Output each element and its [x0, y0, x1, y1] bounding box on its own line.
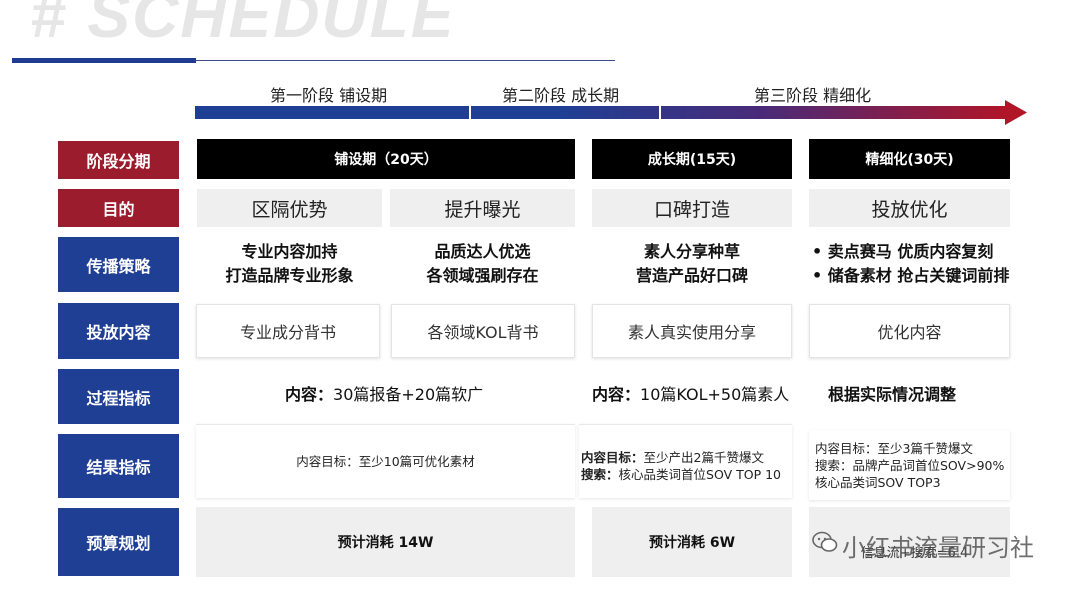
watermark-text: 小红书流量研习社: [842, 534, 1034, 562]
process-1-label: 内容：: [285, 385, 334, 404]
content-item-4: 优化内容: [809, 304, 1010, 358]
strategy-3-line-1: 素人分享种草: [643, 242, 740, 261]
result-2: 内容目标：至少产出2篇千赞爆文 搜索：核心品类词首位SOV TOP 10: [579, 424, 792, 498]
row-header-goal: 目的: [58, 189, 179, 227]
result-1: 内容目标：至少10篇可优化素材: [196, 424, 575, 498]
process-2: 内容：10篇KOL+50篇素人: [592, 381, 789, 405]
process-2-label: 内容：: [592, 385, 641, 404]
result-3: 内容目标：至少3篇千赞爆文 搜索：品牌产品词首位SOV>90% 核心品类词SOV…: [809, 430, 1010, 500]
row-header-process: 过程指标: [58, 369, 179, 424]
content-item-1: 专业成分背书: [196, 304, 380, 358]
budget-2: 预计消耗 6W: [592, 507, 792, 577]
strategy-4-line-1: • 卖点赛马 优质内容复刻: [812, 242, 994, 261]
stage-bar-3: 精细化(30天): [809, 139, 1010, 179]
result-3-line-1: 内容目标：至少3篇千赞爆文: [815, 441, 973, 456]
strategy-1-line-2: 打造品牌专业形象: [225, 266, 354, 285]
strategy-2: 品质达人优选 各领域强刷存在: [390, 240, 575, 288]
row-header-strategy: 传播策略: [58, 237, 179, 292]
wechat-icon: [812, 531, 838, 552]
row-header-content: 投放内容: [58, 303, 179, 359]
strategy-3: 素人分享种草 营造产品好口碑: [592, 240, 792, 288]
strategy-4: • 卖点赛马 优质内容复刻 • 储备素材 抢占关键词前排: [812, 240, 1027, 288]
goal-3: 口碑打造: [592, 189, 792, 227]
strategy-2-line-1: 品质达人优选: [434, 242, 531, 261]
goal-4: 投放优化: [809, 189, 1010, 227]
result-2-line-1: 内容目标：至少产出2篇千赞爆文: [581, 449, 792, 466]
strategy-2-line-2: 各领域强刷存在: [426, 266, 539, 285]
strategy-1: 专业内容加持 打造品牌专业形象: [197, 240, 382, 288]
content-item-2: 各领域KOL背书: [391, 304, 575, 358]
timeline-arrow-icon: [195, 100, 1027, 125]
process-2-value: 10篇KOL+50篇素人: [640, 385, 790, 404]
strategy-4-line-2: • 储备素材 抢占关键词前排: [812, 266, 1010, 285]
result-2-line-1-label: 内容目标：: [581, 450, 644, 465]
result-3-line-3: 核心品类词SOV TOP3: [815, 475, 941, 490]
result-2-line-2-value: 核心品类词首位SOV TOP 10: [618, 467, 781, 482]
process-1: 内容：30篇报备+20篇软广: [285, 381, 483, 405]
stage-bar-2: 成长期(15天): [592, 139, 792, 179]
page-title: # SCHEDULE: [30, 0, 456, 51]
strategy-1-line-1: 专业内容加持: [241, 242, 338, 261]
header-accent-bar: [12, 58, 196, 63]
goal-2: 提升曝光: [390, 189, 575, 227]
row-header-result: 结果指标: [58, 434, 179, 498]
row-header-stage: 阶段分期: [58, 141, 179, 179]
result-2-line-2: 搜索：核心品类词首位SOV TOP 10: [581, 466, 792, 483]
strategy-3-line-2: 营造产品好口碑: [635, 266, 748, 285]
content-item-3: 素人真实使用分享: [592, 304, 792, 358]
result-2-line-1-value: 至少产出2篇千赞爆文: [643, 450, 764, 465]
row-header-budget: 预算规划: [58, 508, 179, 576]
goal-1: 区隔优势: [197, 189, 382, 227]
budget-1: 预计消耗 14W: [196, 507, 575, 577]
result-3-line-2: 搜索：品牌产品词首位SOV>90%: [815, 458, 1005, 473]
process-3: 根据实际情况调整: [828, 385, 957, 404]
process-1-value: 30篇报备+20篇软广: [333, 385, 484, 404]
header-divider: [195, 60, 615, 61]
stage-bar-1: 铺设期（20天）: [197, 139, 575, 179]
result-2-line-2-label: 搜索：: [581, 467, 619, 482]
result-1-text: 内容目标：至少10篇可优化素材: [296, 454, 475, 469]
